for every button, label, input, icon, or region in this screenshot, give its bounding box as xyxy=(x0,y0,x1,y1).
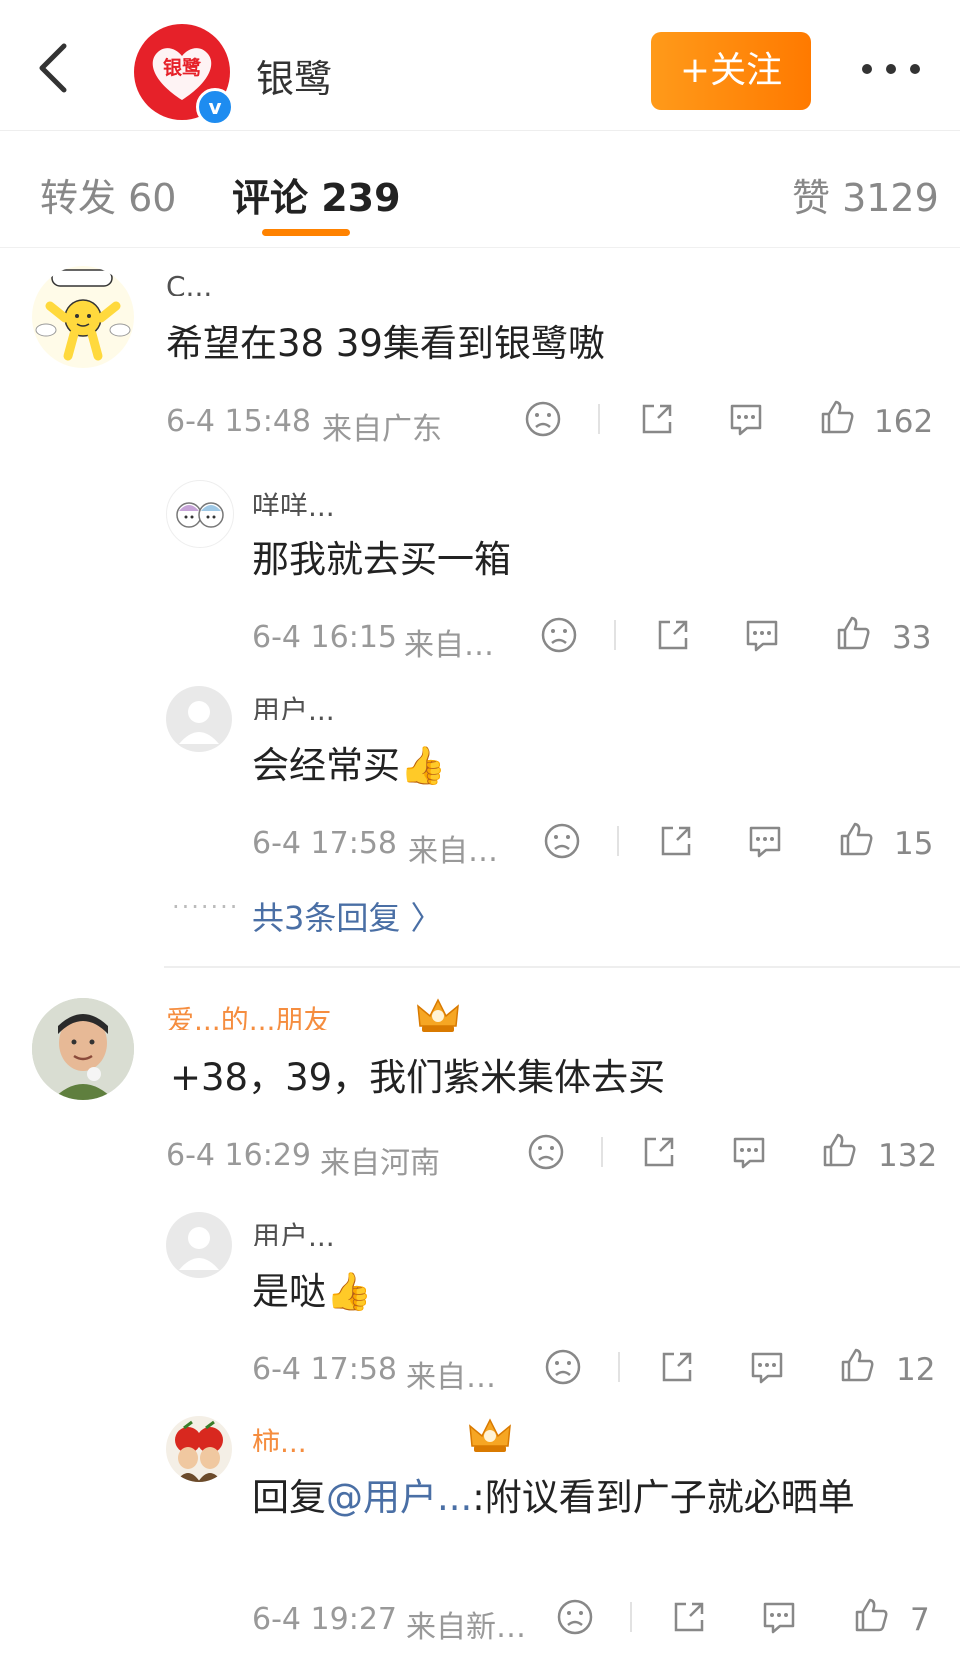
like-count: 15 xyxy=(894,826,934,862)
reply-location: 来自… xyxy=(408,834,498,869)
sad-face-icon[interactable] xyxy=(524,400,562,438)
like-count: 7 xyxy=(910,1602,930,1638)
comment-divider xyxy=(164,966,960,968)
avatar[interactable] xyxy=(32,266,134,368)
share-icon[interactable] xyxy=(640,1133,678,1171)
like-count: 162 xyxy=(874,404,934,440)
like-count: 33 xyxy=(892,620,932,656)
sad-face-icon[interactable] xyxy=(543,822,581,860)
comment-text: +38，39，我们紫米集体去买 xyxy=(170,1056,666,1099)
share-icon[interactable] xyxy=(658,1348,696,1386)
divider xyxy=(630,1602,632,1632)
thumbs-up-icon[interactable] xyxy=(852,1596,890,1634)
tab-bar: 转发 60 评论 239 赞 3129 xyxy=(0,131,960,248)
reply-time: 6-4 17:58 xyxy=(252,826,397,861)
reply-location: 来自… xyxy=(404,628,494,663)
thumbs-up-icon[interactable] xyxy=(818,398,856,436)
divider xyxy=(617,826,619,856)
divider xyxy=(618,1352,620,1382)
reply-time: 6-4 16:15 xyxy=(252,620,397,655)
like-count: 12 xyxy=(896,1352,936,1388)
avatar[interactable] xyxy=(166,480,234,548)
reply-location: 来自新… xyxy=(406,1610,526,1645)
avatar[interactable] xyxy=(32,998,134,1100)
logo-text: 银鹭 xyxy=(163,56,202,79)
reply-username[interactable]: 用户... xyxy=(252,1220,512,1246)
more-options-icon[interactable] xyxy=(858,48,928,88)
reply-text: 那我就去买一箱 xyxy=(252,538,511,581)
divider xyxy=(614,620,616,650)
reply-text: 是哒👍 xyxy=(252,1270,373,1313)
tab-likes[interactable]: 赞 3129 xyxy=(792,167,939,222)
reply-time: 6-4 19:27 xyxy=(252,1602,397,1637)
comment-icon[interactable] xyxy=(743,616,781,654)
comment-username[interactable]: C... xyxy=(166,270,386,296)
ellipsis-dots: ······· xyxy=(172,893,240,921)
thumbs-up-icon[interactable] xyxy=(834,614,872,652)
tab-active-indicator xyxy=(262,229,350,236)
share-icon[interactable] xyxy=(670,1598,708,1636)
avatar[interactable] xyxy=(166,686,232,752)
reply-username[interactable]: 咩咩... xyxy=(252,490,372,516)
thumbs-up-icon[interactable] xyxy=(820,1131,858,1169)
mention-link[interactable]: @用户... xyxy=(326,1476,472,1519)
comment-icon[interactable] xyxy=(760,1598,798,1636)
tab-reposts[interactable]: 转发 60 xyxy=(40,167,176,222)
avatar[interactable] xyxy=(166,1416,232,1482)
back-arrow-icon[interactable] xyxy=(30,38,80,98)
comment-time: 6-4 16:29 xyxy=(166,1138,311,1173)
comment-username[interactable]: 爱...的...朋友 xyxy=(166,1004,456,1030)
comment-icon[interactable] xyxy=(748,1348,786,1386)
like-count: 132 xyxy=(878,1138,938,1174)
divider xyxy=(601,1137,603,1167)
reply-username[interactable]: 用户... xyxy=(252,694,512,720)
sad-face-icon[interactable] xyxy=(540,616,578,654)
tab-comments[interactable]: 评论 239 xyxy=(232,167,401,222)
follow-button[interactable]: +关注 xyxy=(651,32,811,110)
comment-location: 来自河南 xyxy=(320,1146,440,1181)
sad-face-icon[interactable] xyxy=(556,1598,594,1636)
comment-icon[interactable] xyxy=(746,822,784,860)
member-crown-icon xyxy=(414,996,462,1036)
sad-face-icon[interactable] xyxy=(527,1133,565,1171)
share-icon[interactable] xyxy=(638,400,676,438)
member-crown-icon xyxy=(466,1416,514,1456)
comment-icon[interactable] xyxy=(727,400,765,438)
reply-location: 来自… xyxy=(406,1360,496,1395)
account-name[interactable]: 银鹭 xyxy=(256,48,332,103)
sad-face-icon[interactable] xyxy=(544,1348,582,1386)
share-icon[interactable] xyxy=(657,822,695,860)
comment-location: 来自广东 xyxy=(322,412,442,447)
thumbs-up-icon[interactable] xyxy=(837,820,875,858)
top-bar: 银鹭 v 银鹭 +关注 xyxy=(0,0,960,131)
divider xyxy=(598,404,600,434)
view-more-replies-link[interactable]: 共3条回复 〉 xyxy=(252,893,443,939)
share-icon[interactable] xyxy=(654,616,692,654)
reply-time: 6-4 17:58 xyxy=(252,1352,397,1387)
avatar[interactable] xyxy=(166,1212,232,1278)
reply-text: 会经常买👍 xyxy=(252,744,447,787)
thumbs-up-icon[interactable] xyxy=(838,1346,876,1384)
comment-text: 希望在38 39集看到银鹭嗷 xyxy=(166,322,605,365)
verified-badge-icon: v xyxy=(196,88,234,126)
reply-prefix: 回复 xyxy=(252,1476,326,1519)
reply-username[interactable]: 柿... xyxy=(252,1426,462,1452)
comment-icon[interactable] xyxy=(730,1133,768,1171)
reply-body: :附议看到广子就必晒单 xyxy=(472,1476,855,1519)
reply-text: 回复@用户...:附议看到广子就必晒单 xyxy=(252,1472,912,1524)
comment-time: 6-4 15:48 xyxy=(166,404,311,439)
